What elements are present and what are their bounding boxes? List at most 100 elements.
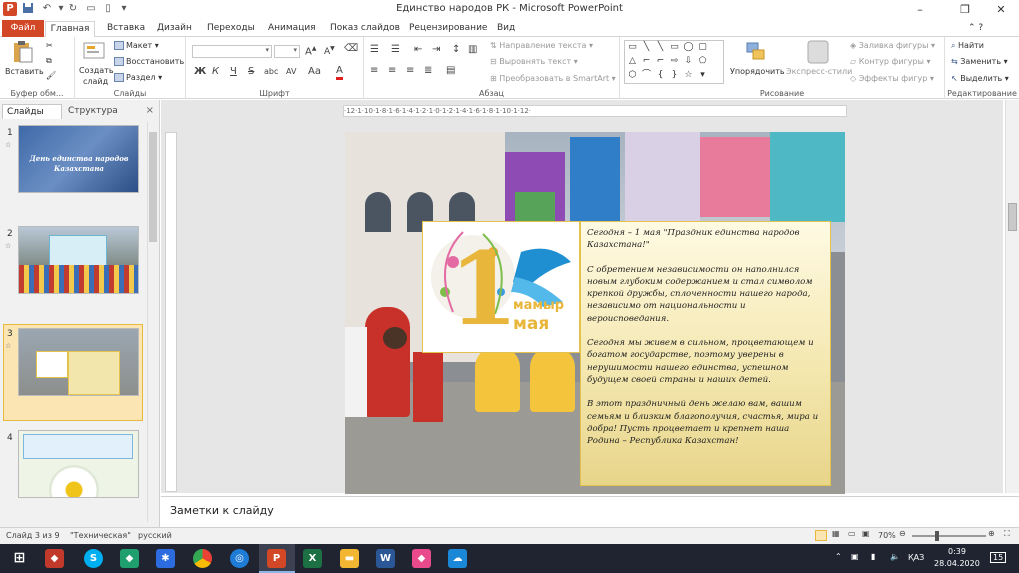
app-icon-pink[interactable]: ◆ <box>412 549 431 568</box>
columns-2-icon[interactable]: ▤ <box>446 65 455 76</box>
curve-shape-icon[interactable]: ⌒ <box>641 70 652 81</box>
tray-app-icon[interactable]: ▣ <box>851 552 859 561</box>
network-icon[interactable]: ▮ <box>871 552 875 561</box>
font-size-input[interactable]: ▾ <box>274 45 300 58</box>
align-text-button[interactable]: ⊟ Выровнять текст ▾ <box>490 57 578 66</box>
pentagon-shape-icon[interactable]: ⬠ <box>697 56 708 67</box>
strikethrough-button[interactable]: S <box>248 66 254 77</box>
cut-icon[interactable]: ✂ <box>46 41 53 50</box>
hexagon-shape-icon[interactable]: ⬡ <box>627 70 638 81</box>
format-painter-icon[interactable]: 🖌 <box>46 71 56 80</box>
slide-thumbnail-3[interactable] <box>18 328 139 396</box>
slideshow-view-icon[interactable]: ▣ <box>862 529 870 538</box>
copy-icon[interactable]: ⧉ <box>46 56 52 66</box>
shape-fill-button[interactable]: ◈ Заливка фигуры ▾ <box>850 41 935 50</box>
rounded-rect-shape-icon[interactable]: ▢ <box>697 42 708 53</box>
powerpoint-taskbar-icon[interactable]: P <box>267 549 286 568</box>
close-button[interactable]: ✕ <box>986 0 1016 19</box>
paste-button[interactable]: Вставить <box>5 67 44 76</box>
shadow-button[interactable]: abc <box>264 67 278 76</box>
tray-chevron-icon[interactable]: ⌃ <box>835 552 842 561</box>
may-1-logo[interactable]: 1 мамыр мая <box>422 221 580 353</box>
arrange-icon[interactable] <box>744 40 768 64</box>
align-right-icon[interactable]: ≡ <box>406 65 414 76</box>
arrow-down-shape-icon[interactable]: ⇩ <box>683 56 694 67</box>
bold-button[interactable]: Ж <box>194 66 206 77</box>
app-icon-globe[interactable]: ◎ <box>230 549 249 568</box>
reading-view-icon[interactable]: ▭ <box>848 529 856 538</box>
bracket-shape-icon[interactable]: { <box>655 70 666 81</box>
font-color-button[interactable]: A <box>336 65 343 80</box>
italic-button[interactable]: К <box>212 66 219 77</box>
new-slide-label-2[interactable]: слайд <box>83 77 108 86</box>
restore-button[interactable]: ❐ <box>950 0 980 19</box>
notes-pane[interactable]: Заметки к слайду <box>161 496 1019 526</box>
justify-icon[interactable]: ≣ <box>424 65 432 76</box>
shrink-font-button[interactable]: A▼ <box>324 45 335 57</box>
scroll-thumb[interactable] <box>1008 203 1017 231</box>
tab-insert[interactable]: Вставка <box>107 21 145 37</box>
more-shapes-icon[interactable]: ▾ <box>697 70 708 81</box>
excel-taskbar-icon[interactable]: X <box>303 549 322 568</box>
shape-effects-button[interactable]: ◇ Эффекты фигур ▾ <box>850 74 934 83</box>
edit-area-scrollbar[interactable] <box>1005 100 1019 493</box>
shapes-gallery[interactable]: ▭ ╲ ╲ ▭ ◯ ▢ △ ⌐ ⌐ ⇨ ⇩ ⬠ ⬡ ⌒ { } ☆ ▾ <box>624 40 724 84</box>
align-left-icon[interactable]: ≡ <box>370 65 378 76</box>
tab-transitions[interactable]: Переходы <box>207 21 255 37</box>
replace-button[interactable]: ⇆ Заменить ▾ <box>951 57 1008 66</box>
slides-pane-scrollbar[interactable] <box>147 122 157 522</box>
fit-to-window-icon[interactable]: ⛶ <box>1004 529 1010 539</box>
tab-outline[interactable]: Структура <box>64 104 124 119</box>
clock-date[interactable]: 28.04.2020 <box>934 559 980 568</box>
app-icon-cloud[interactable]: ☁ <box>448 549 467 568</box>
zoom-out-icon[interactable]: ⊖ <box>899 529 906 538</box>
word-taskbar-icon[interactable]: W <box>376 549 395 568</box>
line-shape-icon[interactable]: ╲ <box>641 42 652 53</box>
line2-shape-icon[interactable]: ╲ <box>655 42 666 53</box>
windows-start-icon[interactable]: ⊞ <box>10 549 29 568</box>
slide-canvas[interactable]: 1 мамыр мая Сегодня – 1 мая "Праздник ед… <box>345 132 845 494</box>
section-button[interactable]: Раздел ▾ <box>114 73 162 82</box>
triangle-shape-icon[interactable]: △ <box>627 56 638 67</box>
brace-shape-icon[interactable]: } <box>669 70 680 81</box>
minimize-button[interactable]: – <box>905 0 935 19</box>
shape-outline-button[interactable]: ▱ Контур фигуры ▾ <box>850 57 930 66</box>
slide-thumbnail-4[interactable] <box>18 430 139 498</box>
app-icon-green[interactable]: ◆ <box>120 549 139 568</box>
slide-thumbnail-2[interactable] <box>18 226 139 294</box>
connector-shape-icon[interactable]: ⌐ <box>641 56 652 67</box>
clear-format-icon[interactable]: ⌫ <box>344 43 358 54</box>
font-name-input[interactable]: ▾ <box>192 45 272 58</box>
char-spacing-button[interactable]: AV <box>286 67 296 76</box>
elbow-shape-icon[interactable]: ⌐ <box>655 56 666 67</box>
help-icon[interactable]: ⌃ ? <box>968 21 983 37</box>
tab-slideshow[interactable]: Показ слайдов <box>330 21 400 37</box>
arrow-right-shape-icon[interactable]: ⇨ <box>669 56 680 67</box>
rect-shape-icon[interactable]: ▭ <box>669 42 680 53</box>
zoom-in-icon[interactable]: ⊕ <box>988 529 995 538</box>
skype-icon[interactable]: S <box>84 549 103 568</box>
tab-design[interactable]: Дизайн <box>157 21 192 37</box>
slide-sorter-icon[interactable]: ▦ <box>832 529 840 538</box>
text-direction-button[interactable]: ⇅ Направление текста ▾ <box>490 41 593 50</box>
decrease-indent-icon[interactable]: ⇤ <box>414 44 422 55</box>
reset-button[interactable]: Восстановить <box>114 57 184 66</box>
tab-view[interactable]: Вид <box>497 21 515 37</box>
oval-shape-icon[interactable]: ◯ <box>683 42 694 53</box>
chrome-icon[interactable] <box>193 549 212 568</box>
underline-button[interactable]: Ч <box>230 66 237 77</box>
tab-animation[interactable]: Анимация <box>268 21 316 37</box>
zoom-slider-knob[interactable] <box>935 531 939 541</box>
change-case-button[interactable]: Aa <box>308 66 321 77</box>
app-icon-red[interactable]: ◆ <box>45 549 64 568</box>
greeting-text-box[interactable]: Сегодня – 1 мая "Праздник единства народ… <box>580 221 831 486</box>
app-icon-blue[interactable]: ✱ <box>156 549 175 568</box>
rectangle-shape-icon[interactable]: ▭ <box>627 42 638 53</box>
arrange-button[interactable]: Упорядочить <box>730 67 785 76</box>
tab-review[interactable]: Рецензирование <box>409 21 487 37</box>
bullets-icon[interactable]: ☰ <box>370 44 379 55</box>
smartart-button[interactable]: ⊞ Преобразовать в SmartArt ▾ <box>490 74 616 83</box>
layout-button[interactable]: Макет ▾ <box>114 41 159 50</box>
input-language[interactable]: ҚАЗ <box>908 553 924 562</box>
tab-file[interactable]: Файл <box>2 20 44 37</box>
